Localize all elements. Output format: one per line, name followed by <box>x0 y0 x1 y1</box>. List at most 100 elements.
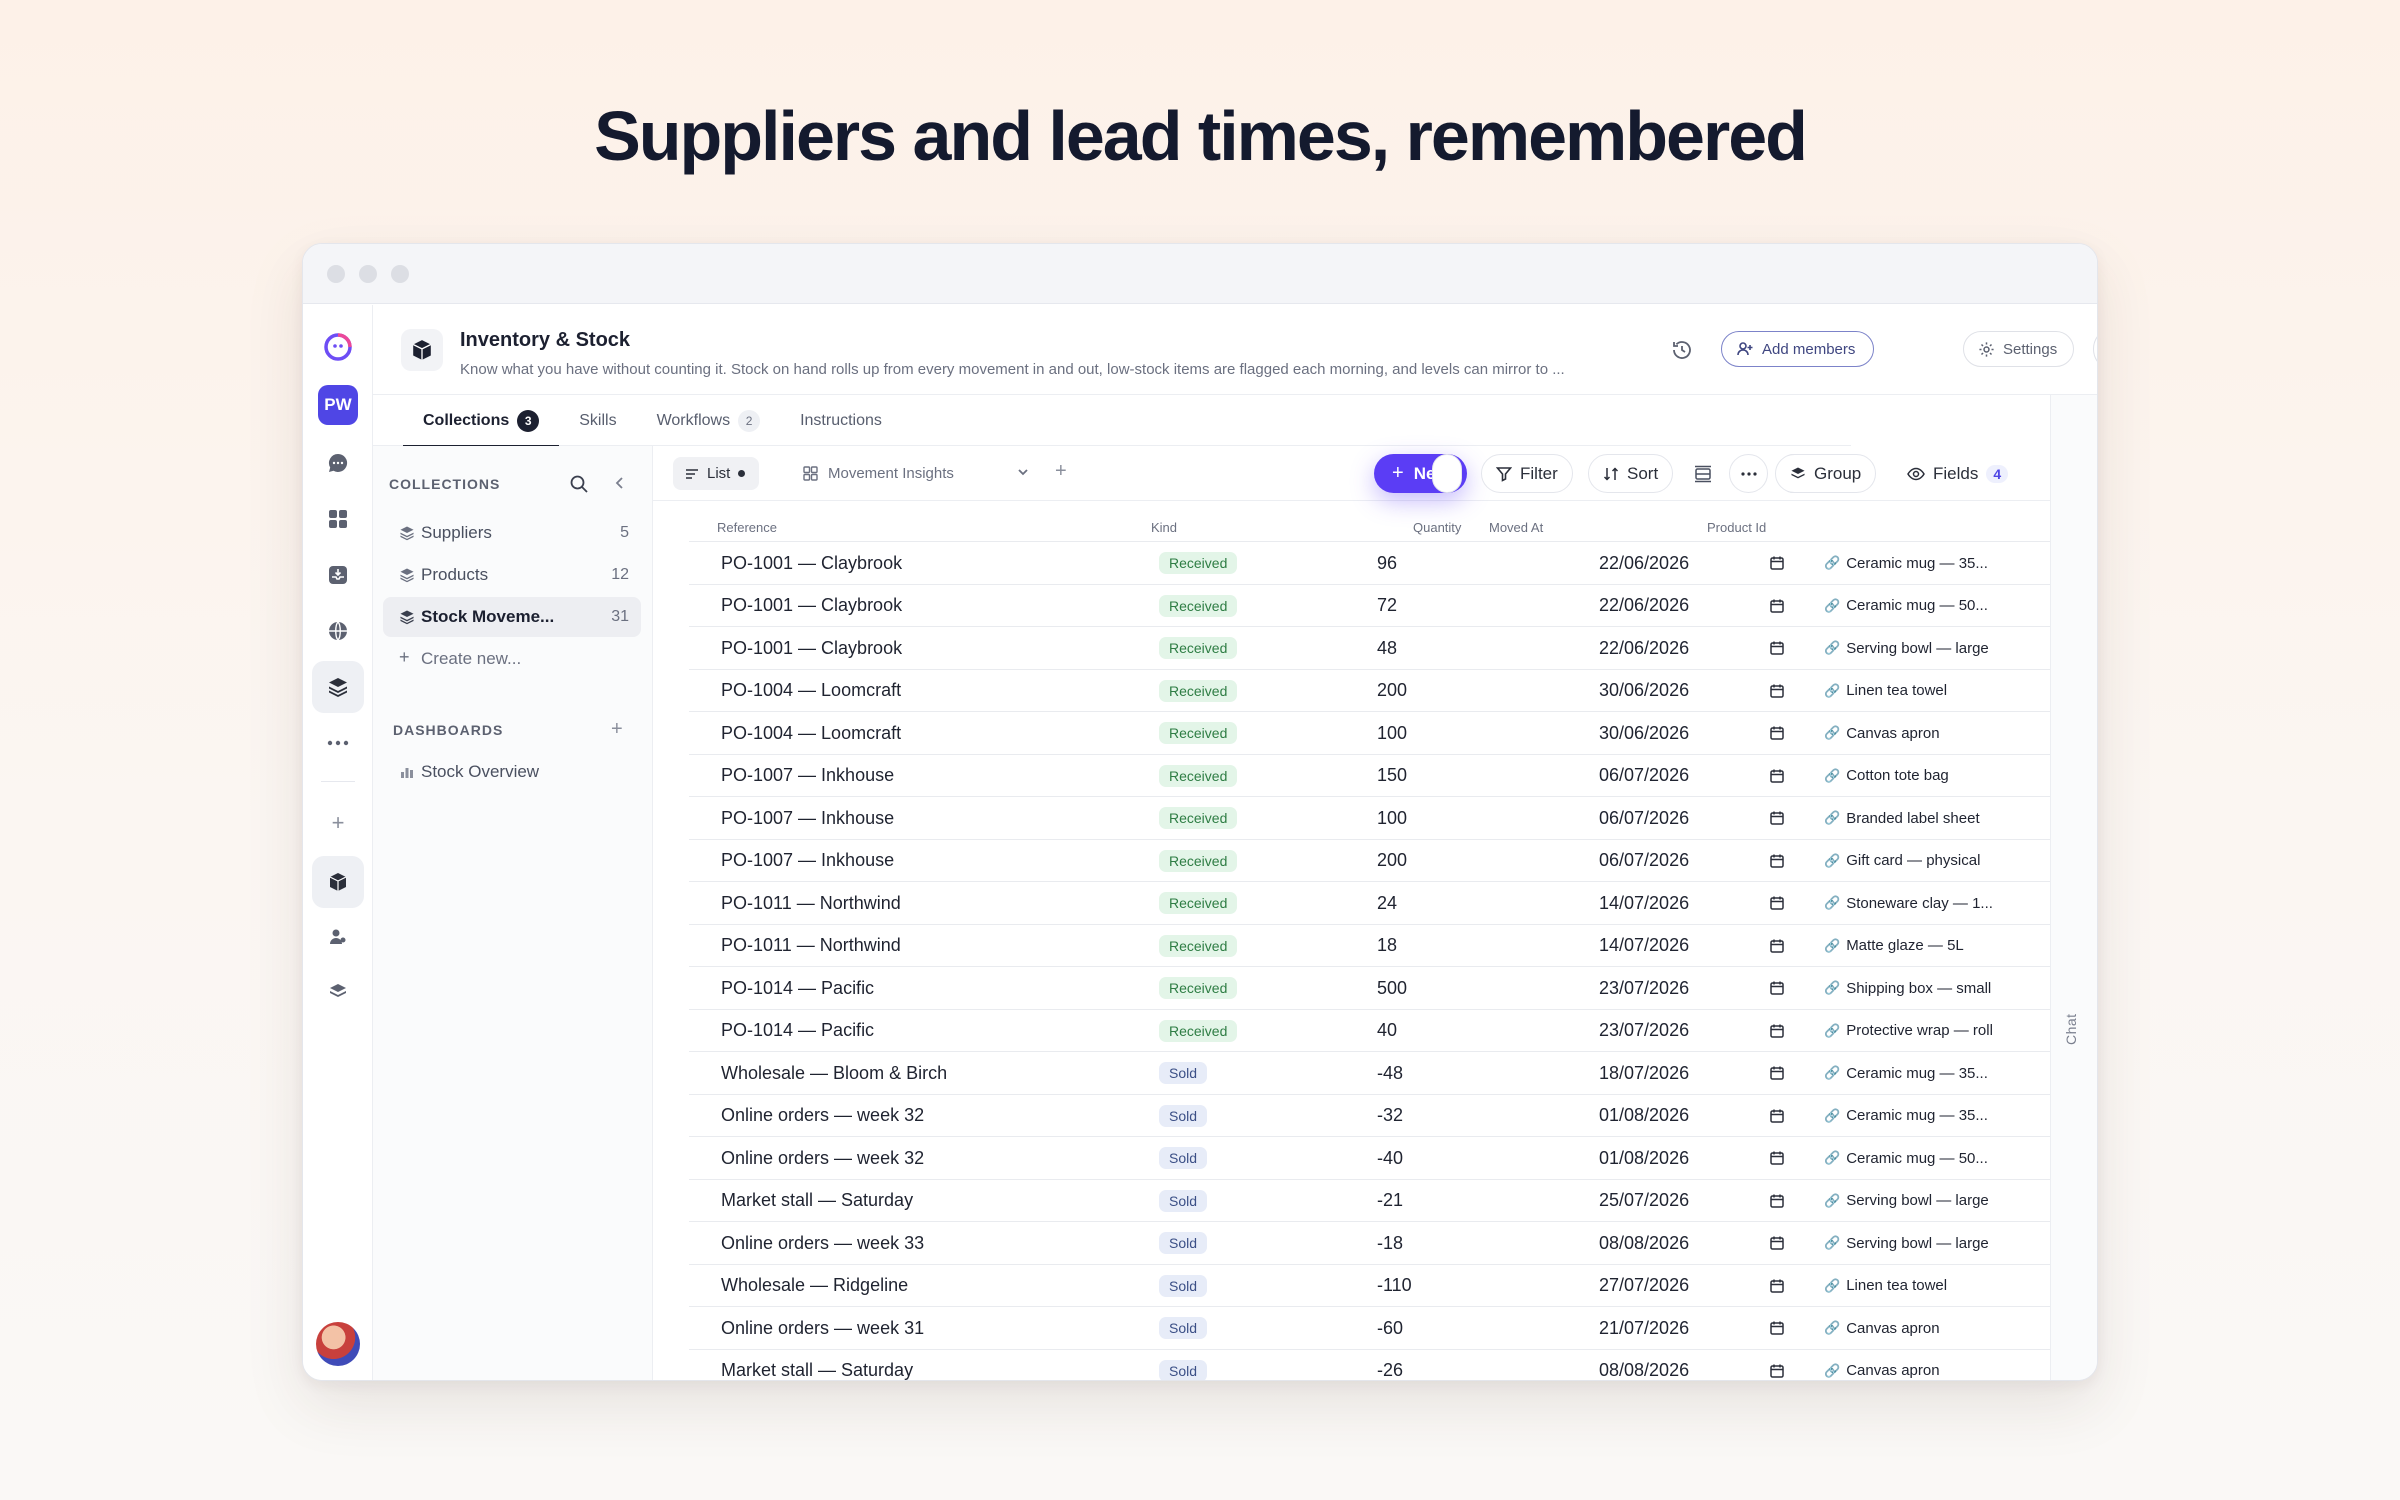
cell-product-id[interactable]: 🔗 Serving bowl — large <box>1824 1180 2044 1222</box>
cell-product-id[interactable]: 🔗 Gift card — physical <box>1824 840 2044 882</box>
cell-moved-at[interactable]: 23/07/2026 <box>1599 1010 1739 1052</box>
calendar-icon[interactable] <box>1769 585 1785 627</box>
cell-product-id[interactable]: 🔗 Canvas apron <box>1824 712 2044 754</box>
cell-reference[interactable]: PO-1001 — Claybrook <box>721 542 1141 584</box>
cell-product-id[interactable]: 🔗 Ceramic mug — 50... <box>1824 1137 2044 1179</box>
calendar-icon[interactable] <box>1769 1095 1785 1137</box>
row-height-icon[interactable] <box>1683 454 1722 493</box>
cell-moved-at[interactable]: 30/06/2026 <box>1599 670 1739 712</box>
cell-product-id[interactable]: 🔗 Canvas apron <box>1824 1307 2044 1349</box>
cell-moved-at[interactable]: 18/07/2026 <box>1599 1052 1739 1094</box>
cell-product-id[interactable]: 🔗 Shipping box — small <box>1824 967 2044 1009</box>
calendar-icon[interactable] <box>1769 1265 1785 1307</box>
cell-product-id[interactable]: 🔗 Stoneware clay — 1... <box>1824 882 2044 924</box>
calendar-icon[interactable] <box>1769 1010 1785 1052</box>
add-dashboard-icon[interactable]: + <box>611 718 623 741</box>
group-button[interactable]: Group <box>1775 454 1877 493</box>
create-collection-button[interactable]: + Create new... <box>383 639 641 679</box>
cell-kind[interactable]: Sold <box>1159 1052 1208 1094</box>
cell-reference[interactable]: PO-1007 — Inkhouse <box>721 840 1141 882</box>
cell-kind[interactable]: Received <box>1159 670 1238 712</box>
cell-kind[interactable]: Sold <box>1159 1265 1208 1307</box>
window-close-dot[interactable] <box>327 264 345 283</box>
cell-product-id[interactable]: 🔗 Canvas apron <box>1824 1350 2044 1381</box>
cell-moved-at[interactable]: 22/06/2026 <box>1599 542 1739 584</box>
table-row[interactable]: PO-1004 — Loomcraft Received 200 30/06/2026… <box>689 668 2050 712</box>
calendar-icon[interactable] <box>1769 1307 1785 1349</box>
cell-reference[interactable]: PO-1007 — Inkhouse <box>721 797 1141 839</box>
cell-kind[interactable]: Received <box>1159 967 1238 1009</box>
cell-kind[interactable]: Received <box>1159 1010 1238 1052</box>
cell-product-id[interactable]: 🔗 Ceramic mug — 50... <box>1824 585 2044 627</box>
more-icon[interactable] <box>312 717 364 769</box>
table-row[interactable]: Market stall — Saturday Sold -21 25/07/2026… <box>689 1178 2050 1222</box>
cell-moved-at[interactable]: 08/08/2026 <box>1599 1350 1739 1380</box>
cell-quantity[interactable]: 96 <box>1377 542 1497 584</box>
table-row[interactable]: PO-1011 — Northwind Received 18 14/07/2026 🔗… <box>689 923 2050 967</box>
cell-product-id[interactable]: 🔗 Matte glaze — 5L <box>1824 925 2044 967</box>
team-icon[interactable] <box>312 911 364 963</box>
column-header-quantity[interactable]: Quantity <box>1413 520 1461 535</box>
cell-kind[interactable]: Received <box>1159 882 1238 924</box>
collapse-sidebar-icon[interactable] <box>611 474 629 497</box>
table-row[interactable]: PO-1001 — Claybrook Received 72 22/06/2026 🔗… <box>689 583 2050 627</box>
calendar-icon[interactable] <box>1769 925 1785 967</box>
cell-product-id[interactable]: 🔗 Linen tea towel <box>1824 1265 2044 1307</box>
add-view-icon[interactable]: + <box>1055 460 1067 483</box>
cell-quantity[interactable]: 18 <box>1377 925 1497 967</box>
calendar-icon[interactable] <box>1769 1350 1785 1381</box>
calendar-icon[interactable] <box>1769 1052 1785 1094</box>
calendar-icon[interactable] <box>1769 882 1785 924</box>
cell-moved-at[interactable]: 30/06/2026 <box>1599 712 1739 754</box>
cell-moved-at[interactable]: 06/07/2026 <box>1599 840 1739 882</box>
cell-reference[interactable]: PO-1001 — Claybrook <box>721 627 1141 669</box>
sort-button[interactable]: Sort <box>1588 454 1674 493</box>
view-list-tab[interactable]: List <box>673 457 760 490</box>
column-header-moved-at[interactable]: Moved At <box>1489 520 1543 535</box>
window-minimize-dot[interactable] <box>359 264 377 283</box>
cell-product-id[interactable]: 🔗 Linen tea towel <box>1824 670 2044 712</box>
cell-quantity[interactable]: -21 <box>1377 1180 1497 1222</box>
calendar-icon[interactable] <box>1769 627 1785 669</box>
cell-kind[interactable]: Received <box>1159 542 1238 584</box>
settings-button[interactable]: Settings <box>1963 331 2075 367</box>
calendar-icon[interactable] <box>1769 755 1785 797</box>
app-logo-icon[interactable] <box>312 321 364 373</box>
inventory-cube-icon[interactable] <box>312 856 364 908</box>
cell-quantity[interactable]: -110 <box>1377 1265 1497 1307</box>
view-insights-tab[interactable]: Movement Insights <box>803 457 954 490</box>
cell-reference[interactable]: PO-1004 — Loomcraft <box>721 712 1141 754</box>
inbox-icon[interactable] <box>312 549 364 601</box>
cell-product-id[interactable]: 🔗 Serving bowl — large <box>1824 627 2044 669</box>
column-header-kind[interactable]: Kind <box>1151 520 1177 535</box>
cell-moved-at[interactable]: 06/07/2026 <box>1599 797 1739 839</box>
cell-reference[interactable]: PO-1014 — Pacific <box>721 1010 1141 1052</box>
cell-reference[interactable]: PO-1014 — Pacific <box>721 967 1141 1009</box>
chevron-down-icon[interactable] <box>1015 464 1031 485</box>
table-row[interactable]: Online orders — week 32 Sold -40 01/08/2026… <box>689 1136 2050 1179</box>
workspace-switcher[interactable]: PW <box>312 379 364 431</box>
cell-moved-at[interactable]: 01/08/2026 <box>1599 1095 1739 1137</box>
cell-quantity[interactable]: -60 <box>1377 1307 1497 1349</box>
cell-reference[interactable]: Wholesale — Bloom & Birch <box>721 1052 1141 1094</box>
calendar-icon[interactable] <box>1769 797 1785 839</box>
sidebar-item-stock-overview[interactable]: Stock Overview <box>383 752 641 792</box>
cell-product-id[interactable]: 🔗 Ceramic mug — 35... <box>1824 1052 2044 1094</box>
cell-quantity[interactable]: 150 <box>1377 755 1497 797</box>
more-options-icon[interactable] <box>1729 454 1768 493</box>
cell-quantity[interactable]: -32 <box>1377 1095 1497 1137</box>
table-row[interactable]: PO-1004 — Loomcraft Received 100 30/06/2026… <box>689 711 2050 754</box>
sidebar-item-stock-movements[interactable]: Stock Moveme... 31 <box>383 597 641 637</box>
cell-kind[interactable]: Sold <box>1159 1095 1208 1137</box>
window-maximize-dot[interactable] <box>391 264 409 283</box>
user-avatar[interactable] <box>316 1322 360 1366</box>
cell-kind[interactable]: Received <box>1159 755 1238 797</box>
table-row[interactable]: PO-1007 — Inkhouse Received 100 06/07/2026 🔗… <box>689 796 2050 839</box>
fields-button[interactable]: Fields 4 <box>1893 454 2023 493</box>
cell-product-id[interactable]: 🔗 Ceramic mug — 35... <box>1824 1095 2044 1137</box>
cell-quantity[interactable]: -18 <box>1377 1222 1497 1264</box>
cell-quantity[interactable]: 40 <box>1377 1010 1497 1052</box>
cell-reference[interactable]: Market stall — Saturday <box>721 1350 1141 1380</box>
cell-kind[interactable]: Received <box>1159 797 1238 839</box>
cell-product-id[interactable]: 🔗 Protective wrap — roll <box>1824 1010 2044 1052</box>
